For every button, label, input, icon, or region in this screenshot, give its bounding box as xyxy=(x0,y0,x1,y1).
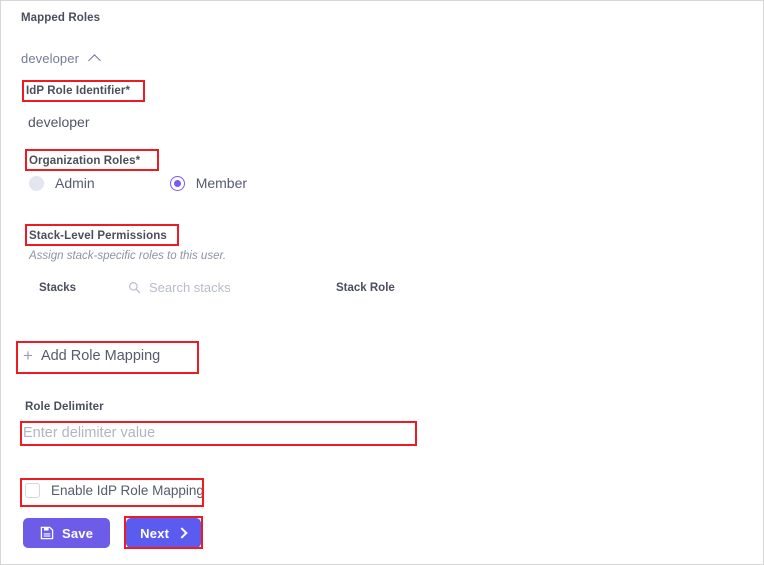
save-floppy-icon xyxy=(40,526,54,540)
stacks-table-header: Stacks Search stacks Stack Role xyxy=(1,280,763,302)
radio-option-member[interactable]: Member xyxy=(169,175,248,191)
radio-indicator-admin[interactable] xyxy=(29,175,44,191)
role-delimiter-input[interactable] xyxy=(23,421,412,446)
search-stacks-placeholder: Search stacks xyxy=(149,280,231,295)
add-role-mapping-button[interactable]: + Add Role Mapping xyxy=(23,347,160,364)
organization-roles-label: Organization Roles* xyxy=(29,155,141,167)
enable-idp-role-mapping-label: Enable IdP Role Mapping xyxy=(51,483,204,498)
radio-option-admin[interactable]: Admin xyxy=(29,175,95,191)
stack-level-permissions-label: Stack-Level Permissions xyxy=(29,230,167,242)
idp-role-identifier-label: IdP Role Identifier* xyxy=(26,85,131,97)
column-header-stack-role: Stack Role xyxy=(336,282,395,294)
enable-idp-role-mapping-row[interactable]: Enable IdP Role Mapping xyxy=(25,483,204,498)
mapping-group-toggle[interactable]: developer xyxy=(21,51,102,66)
plus-icon: + xyxy=(23,346,33,365)
next-button-label: Next xyxy=(140,525,170,541)
radio-label-member: Member xyxy=(195,175,248,191)
mapping-group-name: developer xyxy=(21,51,79,66)
page-title: Mapped Roles xyxy=(21,12,101,24)
radio-label-admin: Admin xyxy=(55,175,95,191)
organization-roles-radio-group: Admin Member xyxy=(29,175,247,191)
radio-indicator-member[interactable] xyxy=(169,175,185,191)
chevron-up-icon[interactable] xyxy=(89,52,102,65)
idp-role-identifier-value: developer xyxy=(28,114,90,130)
save-button[interactable]: Save xyxy=(23,518,111,548)
column-header-stacks: Stacks xyxy=(39,282,77,294)
role-delimiter-label: Role Delimiter xyxy=(25,401,104,413)
search-icon xyxy=(129,282,141,294)
mapped-roles-panel: Mapped Roles developer IdP Role Identifi… xyxy=(0,0,764,565)
stack-level-permissions-help: Assign stack-specific roles to this user… xyxy=(29,250,227,262)
enable-idp-role-mapping-checkbox[interactable] xyxy=(25,483,40,498)
chevron-right-icon xyxy=(177,528,187,538)
form-actions: Save Next xyxy=(23,518,202,548)
add-role-mapping-label: Add Role Mapping xyxy=(40,347,161,364)
search-stacks-field[interactable]: Search stacks xyxy=(128,280,231,295)
save-button-label: Save xyxy=(62,525,94,541)
next-button[interactable]: Next xyxy=(126,518,202,548)
